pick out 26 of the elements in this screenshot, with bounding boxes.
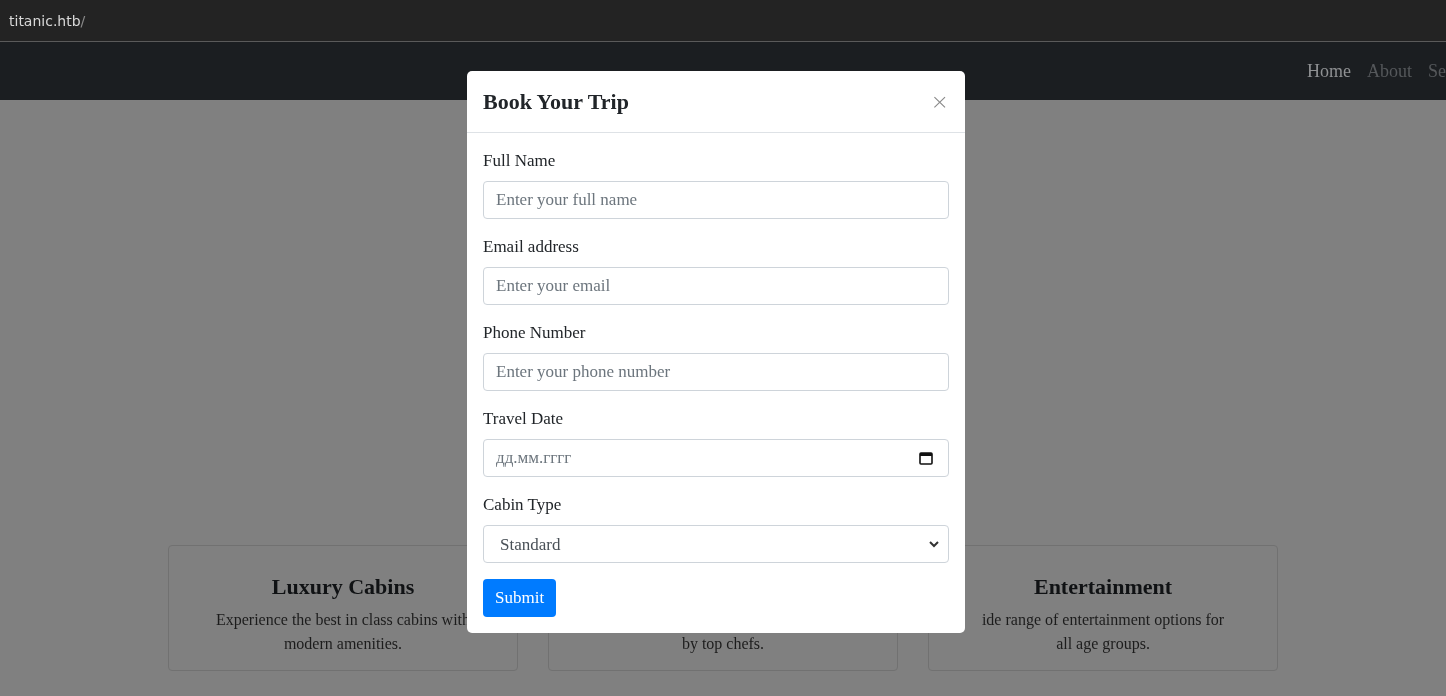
url-host: titanic.htb — [9, 12, 81, 29]
field-label: Phone Number — [483, 322, 587, 344]
url-path: / — [80, 12, 86, 29]
nav-link[interactable]: Home — [1307, 60, 1351, 82]
nav-link[interactable]: Se — [1428, 60, 1446, 82]
text-field[interactable]: Enter your full name — [483, 181, 949, 219]
close-button[interactable]: × — [930, 89, 949, 114]
date-field[interactable]: дд.мм.гггг — [483, 439, 949, 477]
field-label: Full Name — [483, 150, 557, 172]
field-label: Cabin Type — [483, 494, 563, 516]
field-label: Travel Date — [483, 408, 565, 430]
text-field[interactable]: Enter your phone number — [483, 353, 949, 391]
card-text: all age groups. — [1056, 634, 1150, 655]
card-title: Entertainment — [1033, 574, 1173, 600]
card-text: modern amenities. — [283, 634, 403, 654]
submit-button[interactable]: Submit — [483, 579, 557, 617]
cabin-type-select[interactable]: Standard — [483, 525, 949, 563]
card-text: by top chefs. — [681, 634, 765, 655]
card-text: ide range of entertainment options for — [981, 610, 1225, 631]
calendar-icon[interactable] — [919, 451, 933, 465]
text-field[interactable]: Enter your email — [483, 267, 949, 305]
chevron-down-icon — [929, 541, 939, 548]
nav-link[interactable]: About — [1367, 60, 1412, 82]
modal-title: Book Your Trip — [483, 88, 629, 115]
field-label: Email address — [483, 236, 580, 258]
card-title: Luxury Cabins — [271, 574, 415, 600]
